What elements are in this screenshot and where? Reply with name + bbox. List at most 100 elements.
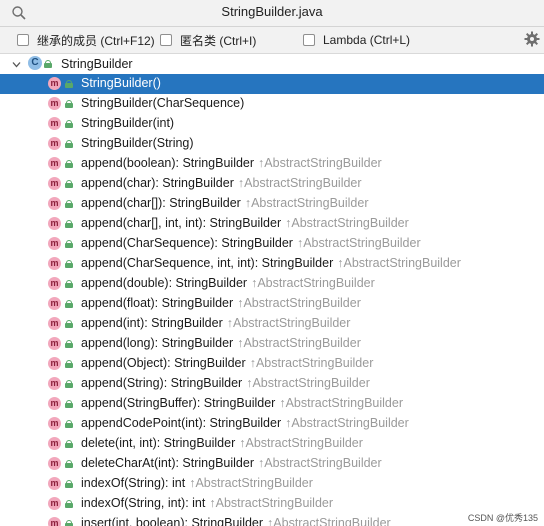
- tree-method-row[interactable]: m append(float): StringBuilder ↑AbstractSt…: [0, 294, 544, 314]
- lock-icon: [65, 340, 73, 348]
- method-label: deleteCharAt(int): StringBuilder ↑Abstrac…: [81, 456, 382, 470]
- tree-method-row[interactable]: m insert(int, boolean): StringBuilder ↑Abs…: [0, 514, 544, 526]
- filter-lambda[interactable]: Lambda (Ctrl+L): [303, 31, 410, 49]
- inherited-from-label: ↑AbstractStringBuilder: [209, 496, 334, 510]
- method-signature: indexOf(String): int: [81, 476, 186, 490]
- inherited-from-label: ↑AbstractStringBuilder: [296, 236, 421, 250]
- method-icon: m: [48, 337, 61, 350]
- tree-method-row[interactable]: m append(int): StringBuilder ↑AbstractStri…: [0, 314, 544, 334]
- method-signature: append(int): StringBuilder: [81, 316, 223, 330]
- tree-method-row[interactable]: m append(double): StringBuilder ↑AbstractS…: [0, 274, 544, 294]
- method-icon: m: [48, 197, 61, 210]
- lock-icon: [65, 260, 73, 268]
- tree-method-row[interactable]: m append(CharSequence): StringBuilder ↑Abs…: [0, 234, 544, 254]
- method-label: indexOf(String): int ↑AbstractStringBuild…: [81, 476, 313, 490]
- chevron-down-icon[interactable]: [12, 60, 21, 69]
- method-icon: m: [48, 157, 61, 170]
- method-label: append(CharSequence, int, int): StringBu…: [81, 256, 461, 270]
- method-label: append(char[], int, int): StringBuilder ↑…: [81, 216, 409, 230]
- tree-method-row[interactable]: m append(String): StringBuilder ↑AbstractS…: [0, 374, 544, 394]
- lock-icon: [65, 360, 73, 368]
- filter-inherited-members[interactable]: 继承的成员 (Ctrl+F12): [17, 31, 155, 49]
- tree-method-row[interactable]: m StringBuilder(): [0, 74, 544, 94]
- tree-method-row[interactable]: m StringBuilder(CharSequence): [0, 94, 544, 114]
- lock-icon: [65, 500, 73, 508]
- method-signature: append(CharSequence): StringBuilder: [81, 236, 293, 250]
- method-icon: m: [48, 397, 61, 410]
- filter-anonymous-classes[interactable]: 匿名类 (Ctrl+I): [160, 31, 256, 49]
- tree-method-row[interactable]: m StringBuilder(String): [0, 134, 544, 154]
- tree-method-row[interactable]: m StringBuilder(int): [0, 114, 544, 134]
- lock-icon: [65, 380, 73, 388]
- lock-icon: [65, 160, 73, 168]
- window-title: StringBuilder.java: [221, 4, 323, 19]
- tree-method-row[interactable]: m indexOf(String): int ↑AbstractStringBuil…: [0, 474, 544, 494]
- method-signature: StringBuilder(): [81, 76, 161, 90]
- filter-label: Lambda (Ctrl+L): [323, 33, 411, 47]
- inherited-from-label: ↑AbstractStringBuilder: [226, 316, 351, 330]
- lambda-checkbox[interactable]: [303, 34, 315, 46]
- method-signature: indexOf(String, int): int: [81, 496, 206, 510]
- method-label: append(char): StringBuilder ↑AbstractStri…: [81, 176, 362, 190]
- inherited-from-label: ↑AbstractStringBuilder: [337, 256, 461, 270]
- lock-icon: [65, 440, 73, 448]
- anonymous-classes-checkbox[interactable]: [160, 34, 172, 46]
- lock-icon: [44, 60, 52, 68]
- method-icon: m: [48, 377, 61, 390]
- tree-method-row[interactable]: m delete(int, int): StringBuilder ↑Abstrac…: [0, 434, 544, 454]
- method-label: insert(int, boolean): StringBuilder ↑Abst…: [81, 516, 391, 526]
- inherited-from-label: ↑AbstractStringBuilder: [189, 476, 313, 490]
- method-label: append(char[]): StringBuilder ↑AbstractSt…: [81, 196, 368, 210]
- lock-icon: [65, 140, 73, 148]
- lock-icon: [65, 220, 73, 228]
- method-signature: append(Object): StringBuilder: [81, 356, 246, 370]
- lock-icon: [65, 480, 73, 488]
- inherited-from-label: ↑AbstractStringBuilder: [267, 516, 391, 526]
- method-label: append(boolean): StringBuilder ↑AbstractS…: [81, 156, 382, 170]
- tree-method-row[interactable]: m appendCodePoint(int): StringBuilder ↑Abs…: [0, 414, 544, 434]
- lock-icon: [65, 180, 73, 188]
- structure-tree: C StringBuilder m StringBuilder() m StringB…: [0, 54, 544, 526]
- method-label: append(String): StringBuilder ↑AbstractSt…: [81, 376, 370, 390]
- inherited-from-label: ↑AbstractStringBuilder: [246, 376, 370, 390]
- method-icon: m: [48, 457, 61, 470]
- method-label: append(int): StringBuilder ↑AbstractStrin…: [81, 316, 350, 330]
- tree-method-row[interactable]: m append(CharSequence, int, int): StringB…: [0, 254, 544, 274]
- lock-icon: [65, 320, 73, 328]
- method-label: append(float): StringBuilder ↑AbstractStr…: [81, 296, 361, 310]
- inherited-members-checkbox[interactable]: [17, 34, 29, 46]
- tree-method-row[interactable]: m append(long): StringBuilder ↑AbstractStr…: [0, 334, 544, 354]
- tree-method-row[interactable]: m append(Object): StringBuilder ↑AbstractS…: [0, 354, 544, 374]
- inherited-from-label: ↑AbstractStringBuilder: [285, 416, 409, 430]
- method-label: indexOf(String, int): int ↑AbstractString…: [81, 496, 333, 510]
- inherited-from-label: ↑AbstractStringBuilder: [249, 356, 374, 370]
- tree-root-row[interactable]: C StringBuilder: [0, 54, 544, 74]
- tree-method-row[interactable]: m deleteCharAt(int): StringBuilder ↑Abstra…: [0, 454, 544, 474]
- lock-icon: [65, 400, 73, 408]
- tree-method-row[interactable]: m append(StringBuffer): StringBuilder ↑Abs…: [0, 394, 544, 414]
- method-icon: m: [48, 297, 61, 310]
- method-signature: append(StringBuffer): StringBuilder: [81, 396, 276, 410]
- method-signature: append(long): StringBuilder: [81, 336, 234, 350]
- method-icon: m: [48, 237, 61, 250]
- method-label: appendCodePoint(int): StringBuilder ↑Abst…: [81, 416, 409, 430]
- tree-method-row[interactable]: m append(boolean): StringBuilder ↑Abstract…: [0, 154, 544, 174]
- method-icon: m: [48, 317, 61, 330]
- tree-method-row[interactable]: m append(char[]): StringBuilder ↑AbstractS…: [0, 194, 544, 214]
- tree-method-row[interactable]: m indexOf(String, int): int ↑AbstractStrin…: [0, 494, 544, 514]
- method-icon: m: [48, 177, 61, 190]
- tree-method-row[interactable]: m append(char[], int, int): StringBuilder…: [0, 214, 544, 234]
- inherited-from-label: ↑AbstractStringBuilder: [239, 436, 363, 450]
- method-signature: append(float): StringBuilder: [81, 296, 234, 310]
- gear-icon[interactable]: [524, 31, 540, 47]
- method-label: append(Object): StringBuilder ↑AbstractSt…: [81, 356, 373, 370]
- method-icon: m: [48, 277, 61, 290]
- lock-icon: [65, 520, 73, 526]
- inherited-from-label: ↑AbstractStringBuilder: [237, 296, 361, 310]
- method-label: StringBuilder(int): [81, 116, 174, 130]
- method-signature: append(CharSequence, int, int): StringBu…: [81, 256, 334, 270]
- method-icon: m: [48, 257, 61, 270]
- tree-method-row[interactable]: m append(char): StringBuilder ↑AbstractStr…: [0, 174, 544, 194]
- method-icon: m: [48, 357, 61, 370]
- method-signature: delete(int, int): StringBuilder: [81, 436, 236, 450]
